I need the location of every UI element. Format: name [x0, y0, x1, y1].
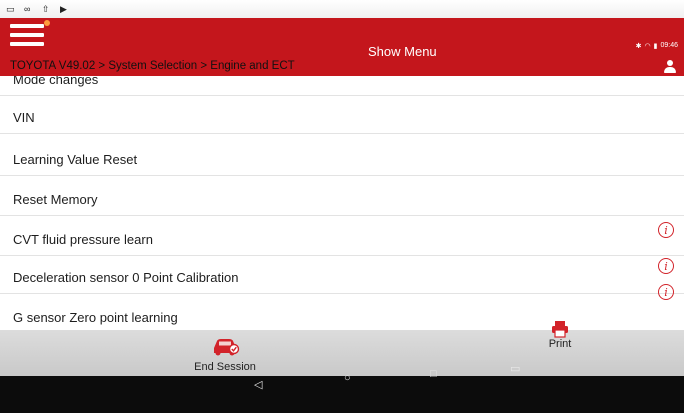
home-nav-icon[interactable]: ○: [344, 372, 351, 384]
list-item-label: CVT fluid pressure learn: [13, 232, 153, 247]
list-item[interactable]: Learning Value Reset: [0, 138, 684, 176]
recents-nav-icon[interactable]: □: [430, 368, 437, 380]
user-head-shape: [667, 60, 673, 66]
list-item[interactable]: Deceleration sensor 0 Point Calibration …: [0, 256, 684, 294]
system-tray: ✱ ◠ ▮ 09:46: [636, 42, 678, 50]
hamburger-menu-button[interactable]: [10, 20, 50, 50]
breadcrumb: TOYOTA V49.02 > System Selection > Engin…: [10, 60, 295, 72]
page-title: Show Menu: [368, 44, 437, 59]
menu-bar-line: [10, 33, 44, 37]
list-item-label: Mode changes: [13, 76, 99, 87]
menu-bar-line: [10, 24, 44, 28]
voicemail-icon: ∞: [24, 3, 31, 14]
device-screen: ▭ ∞ ⇧ ▶ Show Menu ✱ ◠ ▮ 09:46 TOYOTA V49…: [0, 0, 684, 413]
info-icon[interactable]: i: [658, 284, 674, 300]
play-icon: ▶: [60, 3, 67, 14]
bluetooth-icon: ✱: [635, 43, 642, 50]
user-body-shape: [664, 67, 676, 73]
list-item-label: Reset Memory: [13, 192, 98, 207]
function-menu-list: Mode changes VIN Learning Value Reset Re…: [0, 76, 684, 338]
notification-icon: ▭: [6, 3, 15, 14]
list-item-label: Deceleration sensor 0 Point Calibration: [13, 270, 239, 285]
notification-dot-icon: [44, 20, 50, 26]
wifi-icon: ◠: [644, 43, 651, 50]
car-icon: [214, 339, 240, 356]
list-item[interactable]: Mode changes: [0, 76, 684, 96]
print-label: Print: [548, 338, 572, 350]
bottom-action-bar: End Session Print: [0, 321, 684, 376]
list-item-label: VIN: [13, 110, 35, 125]
info-icon[interactable]: i: [658, 222, 674, 238]
screenshot-nav-icon[interactable]: ▭: [510, 362, 520, 375]
android-status-bar: ▭ ∞ ⇧ ▶: [0, 0, 684, 18]
list-item-label: Learning Value Reset: [13, 152, 138, 167]
print-button[interactable]: Print: [530, 320, 590, 360]
menu-bar-line: [10, 42, 44, 46]
battery-icon: ▮: [653, 43, 658, 50]
printer-icon: [552, 321, 568, 338]
list-item-label: G sensor Zero point learning: [13, 310, 178, 325]
info-icon[interactable]: i: [658, 258, 674, 274]
user-account-icon[interactable]: [664, 60, 676, 74]
list-item[interactable]: Reset Memory: [0, 178, 684, 216]
upload-icon: ⇧: [42, 3, 50, 14]
back-nav-icon[interactable]: ◁: [254, 378, 262, 391]
end-session-label: End Session: [194, 361, 256, 373]
list-item[interactable]: CVT fluid pressure learn i: [0, 218, 684, 256]
list-item[interactable]: VIN: [0, 96, 684, 134]
android-navigation-bar: ◁ ○ □ ▭: [0, 363, 684, 413]
end-session-button[interactable]: End Session: [180, 334, 270, 374]
clock-text: 09:46: [660, 42, 678, 49]
